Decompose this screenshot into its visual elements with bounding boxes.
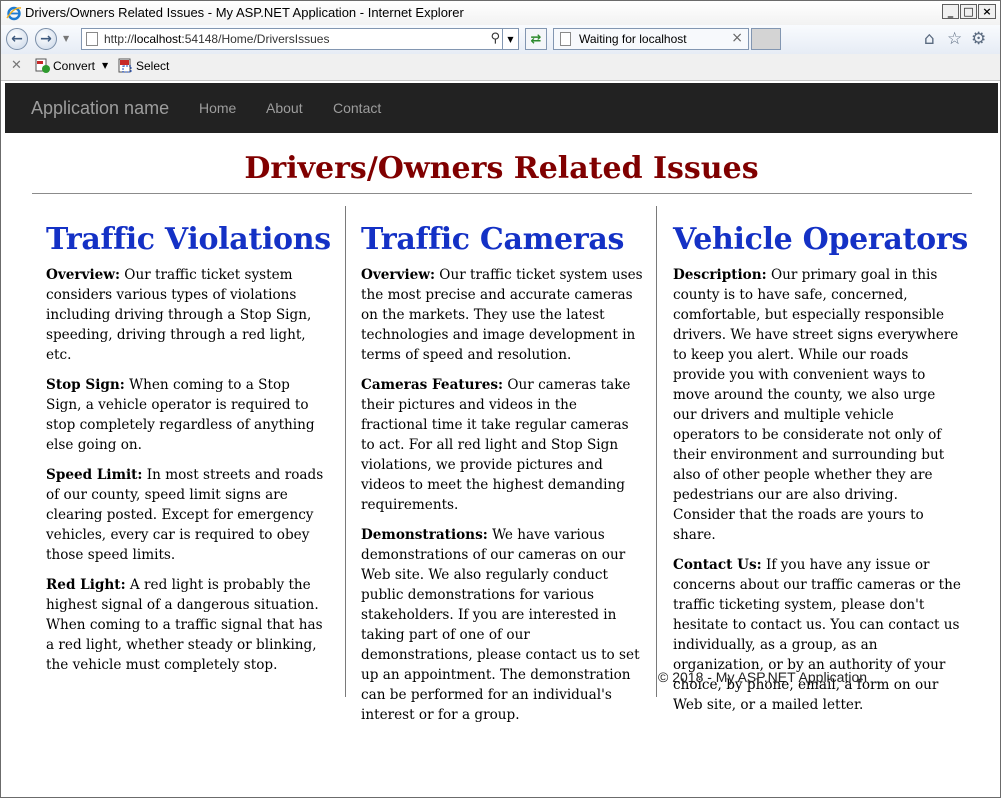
back-button[interactable]: ← <box>6 28 28 50</box>
paragraph-label: Red Light: <box>46 577 126 593</box>
address-url[interactable]: http://localhost:54148/Home/DriversIssue… <box>104 32 329 46</box>
paragraph-label: Cameras Features: <box>361 377 504 393</box>
tab-label: Waiting for localhost <box>579 32 687 46</box>
maximize-icon: □ <box>963 5 974 18</box>
internet-explorer-icon <box>6 6 22 21</box>
url-host: localhost <box>134 32 182 46</box>
nav-about-link[interactable]: About <box>266 100 303 116</box>
window-controls: _ □ × <box>941 4 996 19</box>
paragraph-label: Description: <box>673 267 767 283</box>
paragraph-text: We have various demonstrations of our ca… <box>361 527 640 723</box>
column-heading: Vehicle Operators <box>673 222 968 257</box>
page-footer: © 2018 - My ASP.NET Application <box>658 669 868 685</box>
paragraph-label: Demonstrations: <box>361 527 488 543</box>
maximize-button[interactable]: □ <box>960 4 977 19</box>
tab-close-icon[interactable]: × <box>731 30 743 46</box>
column-traffic-cameras: Traffic Cameras Overview: Our traffic ti… <box>361 206 657 723</box>
paragraph-label: Contact Us: <box>673 557 762 573</box>
column-heading: Traffic Violations <box>46 222 331 257</box>
column-heading: Traffic Cameras <box>361 222 625 257</box>
address-dropdown-icon[interactable]: ▼ <box>502 29 518 49</box>
tab-page-icon <box>560 32 571 46</box>
command-bar: ✕ Convert ▼ Select <box>1 54 1000 81</box>
title-divider <box>32 193 972 194</box>
paragraph-label: Speed Limit: <box>46 467 143 483</box>
paragraph-text: Our cameras take their pictures and vide… <box>361 377 631 513</box>
browser-toolbar: ← → ▼ http://localhost:54148/Home/Driver… <box>1 25 1000 54</box>
minimize-icon: _ <box>947 5 954 18</box>
convert-dropdown-icon[interactable]: ▼ <box>102 61 108 70</box>
page-title: Drivers/Owners Related Issues <box>244 151 759 186</box>
paragraph-label: Stop Sign: <box>46 377 125 393</box>
page-icon <box>86 32 98 46</box>
browser-tab[interactable]: Waiting for localhost × <box>553 28 749 50</box>
address-bar[interactable]: http://localhost:54148/Home/DriversIssue… <box>81 28 519 50</box>
title-bar: Drivers/Owners Related Issues - My ASP.N… <box>1 1 1000 26</box>
paragraph-overview: Overview: Our traffic ticket system uses… <box>361 265 644 365</box>
history-dropdown-icon[interactable]: ▼ <box>63 34 69 43</box>
site-navbar: Application name Home About Contact <box>5 83 998 133</box>
convert-pdf-icon <box>35 58 50 73</box>
url-path: :54148/Home/DriversIssues <box>181 32 330 46</box>
url-prefix: http:// <box>104 32 135 46</box>
close-button[interactable]: × <box>978 4 996 19</box>
paragraph-speed-limit: Speed Limit: In most streets and roads o… <box>46 465 325 565</box>
nav-contact-link[interactable]: Contact <box>333 100 381 116</box>
paragraph-stop-sign: Stop Sign: When coming to a Stop Sign, a… <box>46 375 325 455</box>
paragraph-red-light: Red Light: A red light is probably the h… <box>46 575 325 675</box>
paragraph-label: Overview: <box>46 267 120 283</box>
browser-window: Drivers/Owners Related Issues - My ASP.N… <box>0 0 1001 798</box>
paragraph-description: Description: Our primary goal in this co… <box>673 265 961 545</box>
nav-home-link[interactable]: Home <box>199 100 236 116</box>
back-arrow-icon: ← <box>11 31 23 47</box>
paragraph-text: If you have any issue or concerns about … <box>673 557 961 713</box>
paragraph-overview: Overview: Our traffic ticket system cons… <box>46 265 325 365</box>
refresh-button[interactable]: ⇄ <box>525 28 547 50</box>
settings-gear-icon[interactable]: ⚙ <box>971 29 986 49</box>
column-vehicle-operators: Vehicle Operators Description: Our prima… <box>673 206 968 725</box>
forward-button[interactable]: → <box>35 28 57 50</box>
select-pdf-icon <box>118 58 132 73</box>
home-icon[interactable]: ⌂ <box>924 29 935 49</box>
convert-button[interactable]: Convert <box>53 59 95 73</box>
search-icon[interactable]: ⚲ <box>490 31 500 46</box>
window-title: Drivers/Owners Related Issues - My ASP.N… <box>25 5 464 20</box>
new-tab-button[interactable] <box>751 28 781 50</box>
refresh-icon: ⇄ <box>530 31 542 47</box>
paragraph-label: Overview: <box>361 267 435 283</box>
paragraph-demonstrations: Demonstrations: We have various demonstr… <box>361 525 644 725</box>
select-button[interactable]: Select <box>136 59 169 73</box>
paragraph-contact-us: Contact Us: If you have any issue or con… <box>673 555 961 715</box>
close-icon: × <box>982 5 992 18</box>
minimize-button[interactable]: _ <box>942 4 959 19</box>
favorites-star-icon[interactable]: ☆ <box>947 29 962 49</box>
paragraph-cameras-features: Cameras Features: Our cameras take their… <box>361 375 644 515</box>
forward-arrow-icon: → <box>40 31 52 47</box>
column-traffic-violations: Traffic Violations Overview: Our traffic… <box>46 206 346 697</box>
brand-link[interactable]: Application name <box>31 98 169 119</box>
paragraph-text: Our primary goal in this county is to ha… <box>673 267 959 543</box>
close-toolbar-icon[interactable]: ✕ <box>11 58 22 73</box>
